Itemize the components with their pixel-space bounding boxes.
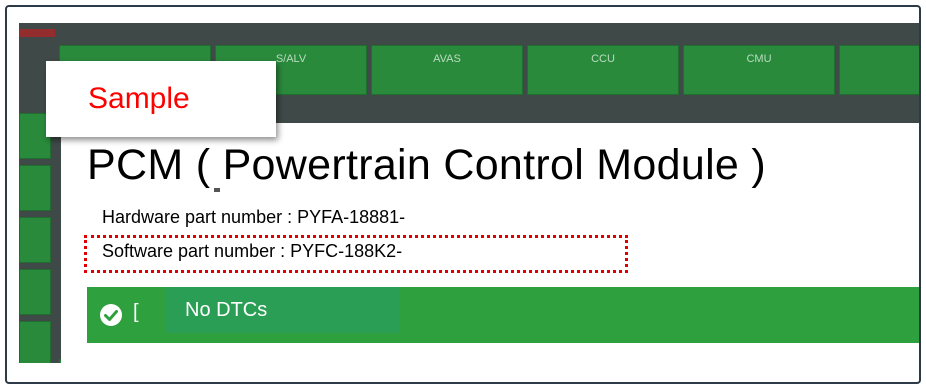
module-tab-cmu[interactable]: CMU — [683, 45, 835, 95]
module-tab-avas[interactable]: AVAS — [371, 45, 523, 95]
software-part-number-highlight: Software part number : PYFC-188K2- — [84, 235, 628, 273]
module-tab-more[interactable] — [839, 45, 919, 95]
module-tab-ccu[interactable]: CCU — [527, 45, 679, 95]
module-title: PCM ( Powertrain Control Module ) — [87, 141, 767, 189]
no-dtcs-label: No DTCs — [165, 287, 399, 333]
status-text-fragment: [ — [133, 301, 139, 323]
dtc-status-bar[interactable]: [ No DTCs — [87, 287, 919, 343]
side-tab[interactable] — [19, 217, 51, 263]
cursor-mark — [214, 188, 220, 192]
sample-label: Sample — [46, 61, 276, 137]
hardware-part-number: Hardware part number : PYFA-18881- — [102, 207, 406, 227]
red-indicator — [19, 29, 55, 37]
side-tab[interactable] — [19, 321, 51, 363]
module-tab-label: CCU — [591, 53, 615, 65]
module-tab-label: AVAS — [433, 53, 461, 65]
screenshot-frame: S/ALV AVAS CCU CMU Sample PCM ( Powertra… — [5, 5, 921, 384]
side-tab[interactable] — [19, 165, 51, 211]
module-tab-label: S/ALV — [275, 53, 307, 65]
software-part-number: Software part number : PYFC-188K2- — [102, 241, 403, 261]
module-tab-label: CMU — [746, 53, 772, 65]
side-tab[interactable] — [19, 269, 51, 315]
check-circle-icon — [100, 304, 122, 326]
